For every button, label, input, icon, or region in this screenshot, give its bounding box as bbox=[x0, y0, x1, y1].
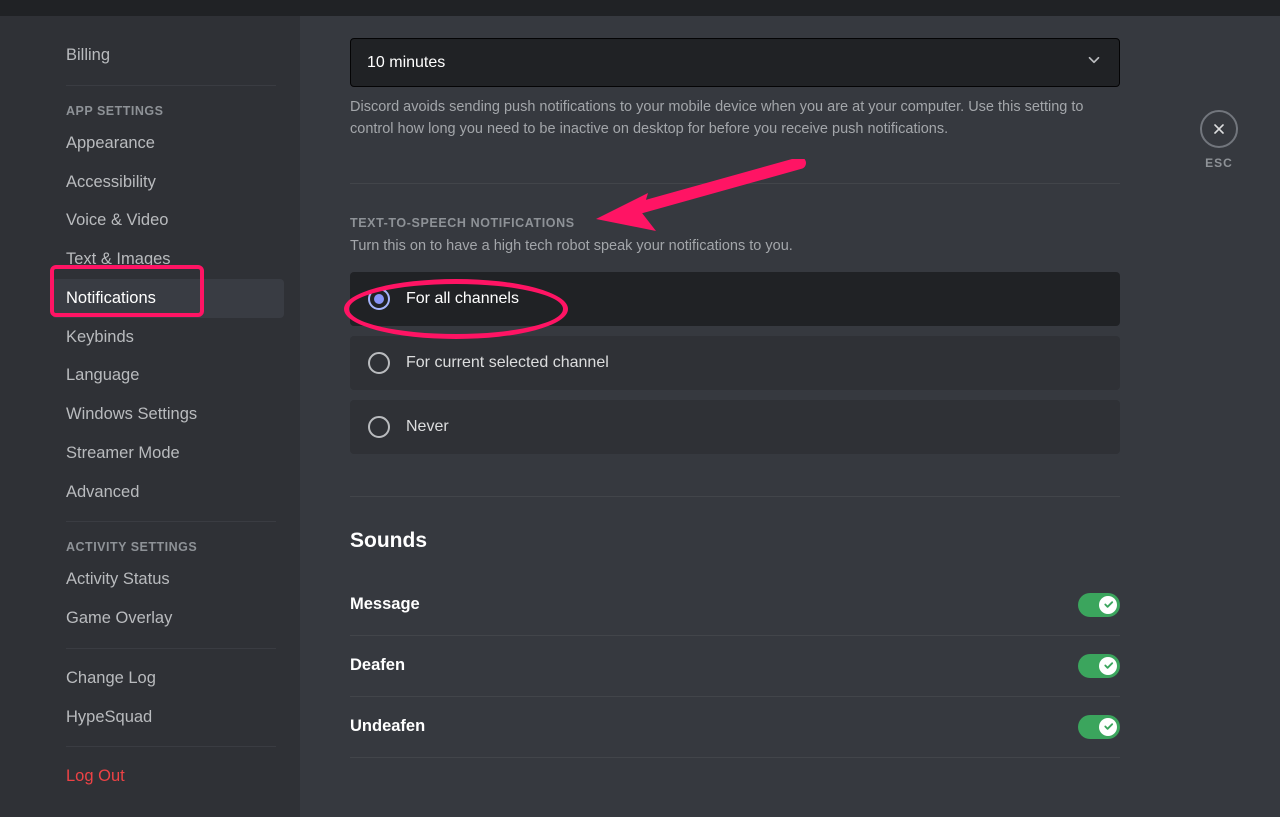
sidebar-separator bbox=[66, 746, 276, 747]
sidebar-item-language[interactable]: Language bbox=[52, 356, 284, 395]
check-icon bbox=[1099, 657, 1117, 675]
sidebar-item-hypesquad[interactable]: HypeSquad bbox=[52, 698, 284, 737]
sidebar-item-game-overlay[interactable]: Game Overlay bbox=[52, 599, 284, 638]
sidebar-separator bbox=[66, 648, 276, 649]
settings-main: ESC 10 minutes Discord avoids sending pu… bbox=[300, 16, 1280, 817]
sounds-heading: Sounds bbox=[350, 529, 1240, 553]
tts-option-for-current-selected-channel[interactable]: For current selected channel bbox=[350, 336, 1120, 390]
radio-label: Never bbox=[406, 418, 449, 436]
sidebar-item-activity-status[interactable]: Activity Status bbox=[52, 560, 284, 599]
sidebar-item-appearance[interactable]: Appearance bbox=[52, 124, 284, 163]
sidebar-separator bbox=[66, 521, 276, 522]
push-timeout-helper: Discord avoids sending push notification… bbox=[350, 97, 1110, 141]
tts-option-for-all-channels[interactable]: For all channels bbox=[350, 272, 1120, 326]
settings-sidebar: Billing APP SETTINGSAppearanceAccessibili… bbox=[0, 16, 300, 817]
chevron-down-icon bbox=[1085, 51, 1103, 74]
sidebar-category: ACTIVITY SETTINGS bbox=[58, 532, 284, 560]
sidebar-category: APP SETTINGS bbox=[58, 96, 284, 124]
sidebar-item-voice-video[interactable]: Voice & Video bbox=[52, 201, 284, 240]
tts-heading: TEXT-TO-SPEECH NOTIFICATIONS bbox=[350, 216, 1240, 230]
sidebar-item-keybinds[interactable]: Keybinds bbox=[52, 318, 284, 357]
push-timeout-select[interactable]: 10 minutes bbox=[350, 38, 1120, 87]
sound-toggle-undeafen[interactable] bbox=[1078, 715, 1120, 739]
tts-helper: Turn this on to have a high tech robot s… bbox=[350, 238, 1240, 254]
titlebar bbox=[0, 0, 1280, 16]
sound-label: Undeafen bbox=[350, 717, 425, 736]
radio-icon bbox=[368, 288, 390, 310]
sidebar-item-billing[interactable]: Billing bbox=[52, 36, 284, 75]
radio-icon bbox=[368, 416, 390, 438]
push-timeout-value: 10 minutes bbox=[367, 54, 445, 72]
sound-row-message: Message bbox=[350, 575, 1120, 636]
sound-label: Deafen bbox=[350, 656, 405, 675]
sound-toggle-deafen[interactable] bbox=[1078, 654, 1120, 678]
divider bbox=[350, 183, 1120, 184]
sidebar-item-log-out[interactable]: Log Out bbox=[52, 757, 284, 796]
sidebar-item-accessibility[interactable]: Accessibility bbox=[52, 163, 284, 202]
sidebar-item-change-log[interactable]: Change Log bbox=[52, 659, 284, 698]
sound-row-undeafen: Undeafen bbox=[350, 697, 1120, 758]
close-label: ESC bbox=[1200, 156, 1238, 170]
sound-toggle-message[interactable] bbox=[1078, 593, 1120, 617]
divider bbox=[350, 496, 1120, 497]
sidebar-item-advanced[interactable]: Advanced bbox=[52, 473, 284, 512]
sidebar-item-notifications[interactable]: Notifications bbox=[52, 279, 284, 318]
tts-option-never[interactable]: Never bbox=[350, 400, 1120, 454]
check-icon bbox=[1099, 596, 1117, 614]
radio-label: For current selected channel bbox=[406, 354, 609, 372]
sidebar-item-streamer-mode[interactable]: Streamer Mode bbox=[52, 434, 284, 473]
sidebar-item-windows-settings[interactable]: Windows Settings bbox=[52, 395, 284, 434]
sound-row-deafen: Deafen bbox=[350, 636, 1120, 697]
close-icon bbox=[1211, 121, 1227, 137]
radio-icon bbox=[368, 352, 390, 374]
sidebar-separator bbox=[66, 85, 276, 86]
sidebar-item-text-images[interactable]: Text & Images bbox=[52, 240, 284, 279]
close-button[interactable] bbox=[1200, 110, 1238, 148]
sound-label: Message bbox=[350, 595, 420, 614]
radio-label: For all channels bbox=[406, 290, 519, 308]
check-icon bbox=[1099, 718, 1117, 736]
